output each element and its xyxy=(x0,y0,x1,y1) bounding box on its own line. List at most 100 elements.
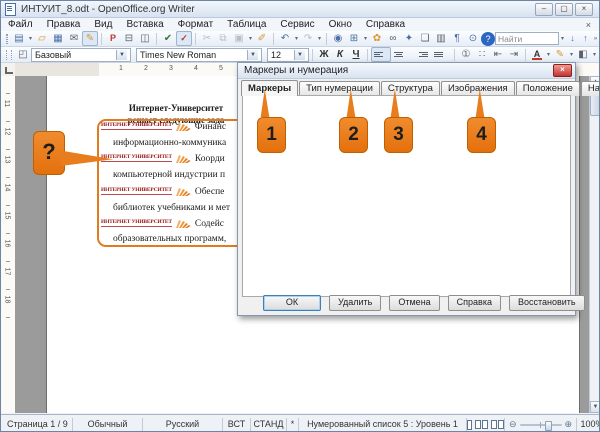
find-previous-icon[interactable]: ↑ xyxy=(579,32,592,45)
table-dropdown-icon[interactable]: ▾ xyxy=(362,35,369,42)
bold-icon[interactable]: Ж xyxy=(316,47,332,62)
menu-edit[interactable]: Правка xyxy=(40,19,88,30)
page-indicator[interactable]: Страница 1 / 9 xyxy=(1,418,73,431)
tab-stop-selector[interactable] xyxy=(1,63,16,77)
nonprinting-characters-icon[interactable]: ¶ xyxy=(449,31,465,46)
book-view-icon[interactable] xyxy=(491,420,504,429)
find-dropdown-icon[interactable]: ▾ xyxy=(559,35,566,42)
cancel-button[interactable]: Отмена xyxy=(389,295,440,311)
draw-functions-icon[interactable]: ✿ xyxy=(369,31,385,46)
copy-icon[interactable]: ⧉ xyxy=(215,31,231,46)
delete-button[interactable]: Удалить xyxy=(329,295,382,311)
zoom-level[interactable]: 100% xyxy=(577,418,599,431)
menu-tools[interactable]: Сервис xyxy=(273,19,321,30)
tab-outline[interactable]: Структура xyxy=(380,81,440,96)
help-button[interactable]: Справка xyxy=(447,295,501,311)
menu-insert[interactable]: Вставка xyxy=(119,19,170,30)
toolbar-handle[interactable] xyxy=(6,49,12,60)
maximize-button[interactable]: ▢ xyxy=(555,2,573,16)
ok-button[interactable]: ОК xyxy=(263,295,321,311)
dialog-close-icon[interactable]: × xyxy=(553,64,572,77)
auto-spellcheck-icon[interactable]: ✓ xyxy=(176,31,192,46)
close-button[interactable]: × xyxy=(575,2,593,16)
paste-icon[interactable]: ▣ xyxy=(231,31,247,46)
page-style-indicator[interactable]: Обычный xyxy=(73,418,143,431)
find-input[interactable] xyxy=(495,32,559,45)
cut-icon[interactable]: ✂ xyxy=(199,31,215,46)
align-center-icon[interactable] xyxy=(391,47,411,62)
find-next-icon[interactable]: ↓ xyxy=(566,32,579,45)
menu-file[interactable]: Файл xyxy=(1,19,40,30)
redo-dropdown-icon[interactable]: ▾ xyxy=(316,35,323,42)
format-paintbrush-icon[interactable]: ✐ xyxy=(254,31,270,46)
paragraph-style-combo[interactable]: Базовый ▼ xyxy=(31,47,131,62)
menu-help[interactable]: Справка xyxy=(359,19,412,30)
reset-button[interactable]: Восстановить xyxy=(508,295,585,311)
vertical-ruler[interactable]: 11 12 13 14 15 16 17 18 xyxy=(1,76,16,413)
new-document-icon[interactable]: ▤ xyxy=(11,31,27,46)
gallery-icon[interactable]: ❏ xyxy=(417,31,433,46)
language-indicator[interactable]: Русский xyxy=(143,418,223,431)
save-icon[interactable]: ▦ xyxy=(50,31,66,46)
help-icon[interactable]: ? xyxy=(481,31,495,46)
font-size-combo[interactable]: 12 ▼ xyxy=(267,47,309,62)
styles-window-icon[interactable]: ◰ xyxy=(15,47,31,62)
highlighting-dropdown-icon[interactable]: ▾ xyxy=(568,51,575,58)
zoom-in-icon[interactable]: ⊕ xyxy=(565,418,573,431)
hyperlink-icon[interactable]: ◉ xyxy=(330,31,346,46)
spellcheck-icon[interactable]: ✔ xyxy=(160,31,176,46)
document-as-email-icon[interactable]: ✉ xyxy=(66,31,82,46)
multi-page-view-icon[interactable] xyxy=(475,420,488,429)
align-right-icon[interactable] xyxy=(411,47,431,62)
menu-window[interactable]: Окно xyxy=(322,19,359,30)
align-left-icon[interactable] xyxy=(371,47,391,62)
tab-bullets[interactable]: Маркеры xyxy=(241,80,299,96)
bullet-list-icon[interactable]: ∷ xyxy=(474,47,490,62)
navigator-icon[interactable]: ✦ xyxy=(401,31,417,46)
menu-view[interactable]: Вид xyxy=(87,19,119,30)
tab-position[interactable]: Положение xyxy=(515,81,580,96)
edit-file-icon[interactable]: ✎ xyxy=(82,31,98,46)
background-color-dropdown-icon[interactable]: ▾ xyxy=(591,51,598,58)
numbered-list-icon[interactable]: ① xyxy=(458,47,474,62)
tab-numbering-type[interactable]: Тип нумерации xyxy=(299,81,380,96)
paste-dropdown-icon[interactable]: ▾ xyxy=(247,35,254,42)
new-document-dropdown-icon[interactable]: ▾ xyxy=(27,35,34,42)
print-icon[interactable]: ⊟ xyxy=(121,31,137,46)
font-name-combo[interactable]: Times New Roman ▼ xyxy=(136,47,262,62)
undo-icon[interactable]: ↶ xyxy=(277,31,293,46)
italic-icon[interactable]: К xyxy=(332,47,348,62)
menu-table[interactable]: Таблица xyxy=(220,19,273,30)
export-pdf-icon[interactable]: P xyxy=(105,31,121,46)
single-page-view-icon[interactable] xyxy=(467,419,472,430)
font-color-icon[interactable]: А xyxy=(529,47,545,62)
minimize-button[interactable]: ‒ xyxy=(535,2,553,16)
zoom-slider-thumb[interactable] xyxy=(544,420,552,431)
toolbar-handle[interactable] xyxy=(6,33,8,44)
combo-dropdown-icon[interactable]: ▼ xyxy=(116,49,127,60)
data-sources-icon[interactable]: ▥ xyxy=(433,31,449,46)
dialog-title-bar[interactable]: Маркеры и нумерация × xyxy=(238,63,575,79)
redo-icon[interactable]: ↷ xyxy=(300,31,316,46)
find-replace-icon[interactable]: ∞ xyxy=(385,31,401,46)
scroll-down-icon[interactable]: ▼ xyxy=(590,401,599,413)
combo-dropdown-icon[interactable]: ▼ xyxy=(247,49,258,60)
combo-dropdown-icon[interactable]: ▼ xyxy=(294,49,305,60)
zoom-slider[interactable] xyxy=(519,420,562,431)
increase-indent-icon[interactable]: ⇥ xyxy=(506,47,522,62)
vertical-scrollbar[interactable]: ▲ ▼ xyxy=(589,76,599,413)
table-icon[interactable]: ⊞ xyxy=(346,31,362,46)
zoom-icon[interactable]: ⊙ xyxy=(465,31,481,46)
underline-icon[interactable]: Ч xyxy=(348,47,364,62)
insert-mode-indicator[interactable]: ВСТ xyxy=(223,418,251,431)
menu-format[interactable]: Формат xyxy=(171,19,221,30)
toolbar-overflow-icon[interactable]: » xyxy=(592,36,599,42)
open-icon[interactable]: ▱ xyxy=(34,31,50,46)
tab-graphics[interactable]: Изображения xyxy=(440,81,515,96)
selection-mode-indicator[interactable]: СТАНД xyxy=(251,418,287,431)
tab-options[interactable]: Настройки xyxy=(580,81,599,96)
close-document-button[interactable]: × xyxy=(582,20,595,30)
zoom-out-icon[interactable]: ⊖ xyxy=(509,418,517,431)
highlighting-icon[interactable]: ✎ xyxy=(552,47,568,62)
decrease-indent-icon[interactable]: ⇤ xyxy=(490,47,506,62)
